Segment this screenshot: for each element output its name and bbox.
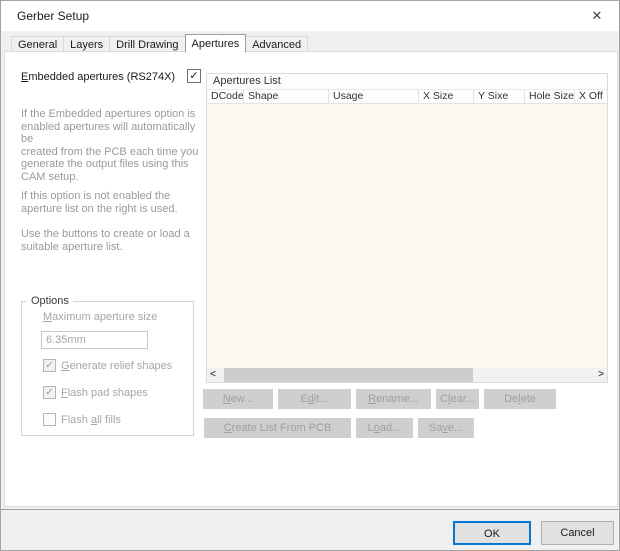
tab-layers[interactable]: Layers <box>63 36 111 52</box>
description-paragraph: If this option is not enabled the apertu… <box>21 190 178 215</box>
window-title: Gerber Setup <box>17 9 90 23</box>
tab-label: Layers <box>70 39 104 51</box>
column-header-y-size[interactable]: Y Sixe <box>474 90 525 103</box>
save-button[interactable]: Save... <box>418 418 474 438</box>
description-paragraph: If the Embedded apertures option is enab… <box>21 108 199 183</box>
cancel-button[interactable]: Cancel <box>541 521 614 545</box>
apertures-list-body[interactable] <box>207 104 607 368</box>
scroll-right-button[interactable]: > <box>595 368 607 382</box>
footer: OK Cancel <box>1 509 619 550</box>
apertures-list-panel: Apertures List DCode Shape Usage X Size … <box>206 73 608 383</box>
flash-all-fills-checkbox[interactable] <box>43 413 56 426</box>
scroll-left-button[interactable]: < <box>207 368 219 382</box>
column-header-hole-size[interactable]: Hole Size <box>525 90 575 103</box>
column-header-usage[interactable]: Usage <box>329 90 419 103</box>
scrollbar-track[interactable] <box>219 368 595 382</box>
flash-pad-shapes-label: Flash pad shapes <box>61 387 148 399</box>
max-aperture-size-input[interactable] <box>41 331 148 349</box>
apertures-list-header: DCode Shape Usage X Size Y Sixe Hole Siz… <box>207 90 607 104</box>
flash-all-fills-label: Flash all fills <box>61 414 121 426</box>
delete-button[interactable]: Delete <box>484 389 556 409</box>
column-header-shape[interactable]: Shape <box>244 90 329 103</box>
tab-drill-drawing[interactable]: Drill Drawing <box>109 36 186 52</box>
column-header-dcode[interactable]: DCode <box>207 90 244 103</box>
flash-pad-shapes-checkbox[interactable]: ✓ <box>43 386 56 399</box>
load-button[interactable]: Load... <box>356 418 413 438</box>
tab-label: General <box>18 39 58 51</box>
tab-label: Advanced <box>252 39 302 51</box>
generate-relief-shapes-label: Generate relief shapes <box>61 360 173 372</box>
close-button[interactable]: ✕ <box>587 7 607 25</box>
check-icon: ✓ <box>45 387 54 398</box>
embedded-apertures-label: Embedded apertures (RS274X) <box>21 71 176 83</box>
options-group-title: Options <box>27 295 73 307</box>
chevron-left-icon: < <box>210 369 216 380</box>
tab-strip: General Layers Drill Drawing Apertures A… <box>11 33 309 53</box>
scrollbar-thumb[interactable] <box>224 368 473 382</box>
ok-button[interactable]: OK <box>453 521 531 545</box>
horizontal-scrollbar: < > <box>207 368 607 382</box>
apertures-list-title: Apertures List <box>207 74 607 90</box>
max-aperture-size-label: Maximum aperture size <box>43 311 158 323</box>
check-icon: ✓ <box>45 360 54 371</box>
clear-button[interactable]: Clear... <box>436 389 479 409</box>
rename-button[interactable]: Rename... <box>356 389 431 409</box>
new-button[interactable]: New... <box>203 389 273 409</box>
tab-apertures[interactable]: Apertures <box>184 34 247 53</box>
chevron-right-icon: > <box>598 369 604 380</box>
tab-general[interactable]: General <box>11 36 65 52</box>
tab-label: Apertures <box>191 38 240 50</box>
generate-relief-shapes-checkbox[interactable]: ✓ <box>43 359 56 372</box>
column-header-x-offset[interactable]: X Off <box>575 90 607 103</box>
description-paragraph: Use the buttons to create or load a suit… <box>21 228 190 253</box>
close-icon: ✕ <box>591 8 603 23</box>
title-bar: Gerber Setup ✕ <box>1 1 619 31</box>
tab-advanced[interactable]: Advanced <box>245 36 309 52</box>
gerber-setup-dialog: Gerber Setup ✕ General Layers Drill Draw… <box>0 0 620 551</box>
column-header-x-size[interactable]: X Size <box>419 90 474 103</box>
check-icon: ✓ <box>189 70 199 82</box>
edit-button[interactable]: Edit... <box>278 389 351 409</box>
tab-label: Drill Drawing <box>116 39 179 51</box>
embedded-apertures-checkbox[interactable]: ✓ <box>187 69 201 83</box>
create-list-from-pcb-button[interactable]: Create List From PCB <box>204 418 351 438</box>
